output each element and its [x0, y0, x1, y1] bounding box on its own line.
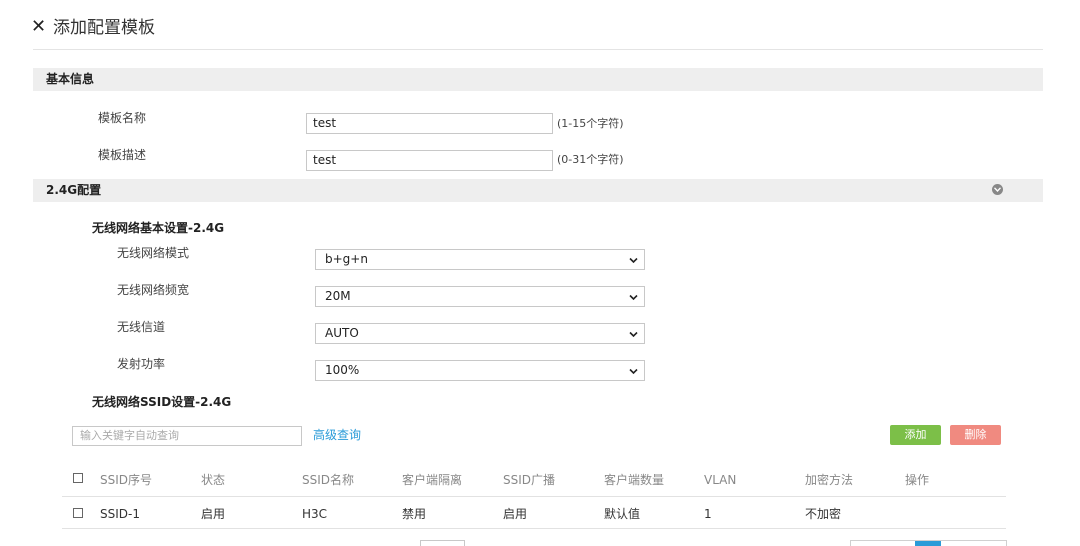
- chevron-down-icon: [629, 331, 638, 338]
- wireless-mode-label: 无线网络模式: [117, 246, 190, 260]
- table-cell: 启用: [201, 507, 226, 521]
- column-header: SSID序号: [100, 473, 153, 487]
- column-header: SSID广播: [503, 473, 556, 487]
- wireless-channel-label: 无线信道: [117, 320, 166, 334]
- wireless-mode-value: b+g+n: [325, 252, 368, 266]
- column-header: 客户端数量: [604, 473, 665, 487]
- ssid-search-input[interactable]: 输入关键字自动查询: [72, 426, 302, 446]
- wireless-mode-select[interactable]: b+g+n: [315, 249, 645, 270]
- template-desc-label: 模板描述: [98, 148, 147, 162]
- page-size-select[interactable]: [420, 540, 465, 546]
- transmit-power-select[interactable]: 100%: [315, 360, 645, 381]
- table-header-divider: [62, 496, 1006, 497]
- template-name-hint: (1-15个字符): [557, 117, 624, 130]
- column-header: 客户端隔离: [402, 473, 463, 487]
- table-cell: 禁用: [402, 507, 427, 521]
- basic-info-section-title: 基本信息: [46, 72, 95, 86]
- add-button[interactable]: 添加: [890, 425, 941, 445]
- column-header: 操作: [905, 473, 930, 487]
- table-cell: 1: [704, 507, 712, 521]
- column-header: 状态: [201, 473, 226, 487]
- band24-section-title: 2.4G配置: [46, 183, 102, 197]
- dialog-title: 添加配置模板: [53, 18, 155, 38]
- delete-button[interactable]: 删除: [950, 425, 1001, 445]
- wireless-bandwidth-select[interactable]: 20M: [315, 286, 645, 307]
- transmit-power-value: 100%: [325, 363, 360, 377]
- advanced-search-link[interactable]: 高级查询: [313, 427, 361, 443]
- close-icon[interactable]: ✕: [31, 15, 46, 39]
- template-desc-input[interactable]: test: [306, 150, 553, 171]
- column-header: SSID名称: [302, 473, 355, 487]
- template-name-label: 模板名称: [98, 111, 147, 125]
- template-name-input[interactable]: test: [306, 113, 553, 134]
- wireless-channel-value: AUTO: [325, 326, 359, 340]
- band24-section-bar: [33, 179, 1043, 202]
- chevron-down-icon: [629, 368, 638, 375]
- collapse-chevron-icon[interactable]: [992, 184, 1003, 195]
- wireless-basic-settings-title: 无线网络基本设置-2.4G: [92, 221, 225, 235]
- pagination[interactable]: [850, 540, 1007, 546]
- wireless-channel-select[interactable]: AUTO: [315, 323, 645, 344]
- column-header: VLAN: [704, 473, 737, 487]
- chevron-down-icon: [629, 257, 638, 264]
- table-cell: 不加密: [805, 507, 842, 521]
- ssid-settings-title: 无线网络SSID设置-2.4G: [92, 395, 232, 409]
- chevron-down-icon: [629, 294, 638, 301]
- table-cell: H3C: [302, 507, 328, 521]
- transmit-power-label: 发射功率: [117, 357, 166, 371]
- basic-info-section-bar: [33, 68, 1043, 91]
- select-all-checkbox[interactable]: [73, 473, 83, 483]
- wireless-bandwidth-value: 20M: [325, 289, 351, 303]
- table-cell: SSID-1: [100, 507, 140, 521]
- column-header: 加密方法: [805, 473, 854, 487]
- template-desc-hint: (0-31个字符): [557, 153, 624, 166]
- title-divider: [33, 49, 1043, 50]
- table-cell: 默认值: [604, 507, 641, 521]
- wireless-bandwidth-label: 无线网络频宽: [117, 283, 190, 297]
- table-row-divider: [62, 528, 1006, 529]
- table-cell: 启用: [503, 507, 528, 521]
- current-page-button[interactable]: [915, 541, 941, 546]
- row-checkbox[interactable]: [73, 508, 83, 518]
